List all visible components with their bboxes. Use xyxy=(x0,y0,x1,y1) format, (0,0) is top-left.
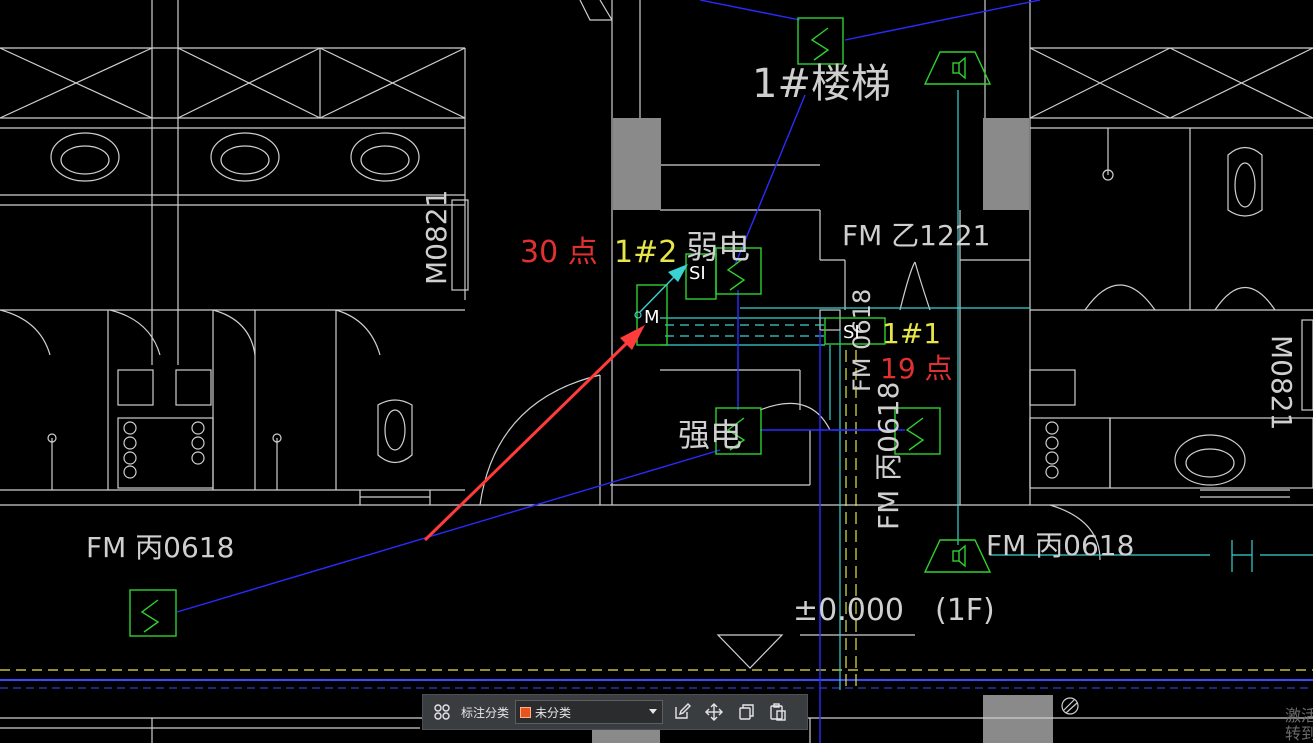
copy-button[interactable] xyxy=(733,699,759,725)
watermark-line: 转到 xyxy=(1285,724,1313,743)
fire-door-label: FM 丙0618 xyxy=(986,529,1134,562)
strong-current-label: 强电 xyxy=(678,416,742,454)
activation-watermark: 激活 转到 xyxy=(1285,707,1313,743)
category-color-swatch xyxy=(520,706,532,718)
chevron-down-icon xyxy=(649,709,658,714)
column-left xyxy=(613,118,661,210)
device-si-label: SI xyxy=(689,263,706,284)
paste-icon xyxy=(770,703,786,721)
column-bottom-small xyxy=(592,730,660,743)
category-value: 未分类 xyxy=(535,705,572,720)
category-dropdown[interactable]: 未分类 xyxy=(515,700,664,724)
apps-grid-button[interactable] xyxy=(429,699,455,725)
node-marker xyxy=(634,311,642,319)
yellow-dash-risers xyxy=(845,350,857,690)
move-icon xyxy=(705,703,724,721)
door-m0821-label: M0821 xyxy=(1265,335,1298,430)
hatch-circle-icon xyxy=(1061,697,1079,715)
cyan-annotation-arrow[interactable] xyxy=(639,264,688,313)
right-toilet-block xyxy=(1029,47,1313,561)
edit-button[interactable] xyxy=(669,699,695,725)
column-bottom xyxy=(983,695,1053,743)
floor-label: (1F) xyxy=(935,593,995,628)
device-m-label: M xyxy=(644,307,660,328)
paste-button[interactable] xyxy=(765,699,791,725)
move-button[interactable] xyxy=(701,699,727,725)
point-count-label: 30 点 xyxy=(520,235,598,270)
fire-door-label: FM 丙0618 xyxy=(86,531,234,564)
copy-icon xyxy=(739,704,754,720)
fire-door-label: FM 乙1221 xyxy=(842,219,990,252)
column-right xyxy=(983,118,1029,210)
speaker-icon[interactable] xyxy=(923,51,992,85)
category-label: 标注分类 xyxy=(461,705,510,720)
wireless-ap-icon[interactable] xyxy=(797,17,844,65)
annotation-toolbar: 标注分类 未分类 xyxy=(422,694,808,730)
elevation-label: ±0.000 xyxy=(793,593,904,628)
device-si-label: SI xyxy=(843,322,860,343)
cabinet-id-label: 1#1 xyxy=(882,317,941,350)
wireless-ap-icon[interactable] xyxy=(129,589,177,637)
cad-drawing-canvas[interactable]: 1#楼梯 FM 乙1221 M0821 M0821 FM 丙0618 FM 丙0… xyxy=(0,0,1313,743)
fire-door-label: FM 丙0618 xyxy=(872,382,905,530)
edit-icon xyxy=(675,703,692,719)
cabinet-id-label: 1#2 xyxy=(614,235,677,270)
door-m0821-label: M0821 xyxy=(420,190,453,285)
weak-current-label: 弱电 xyxy=(686,228,750,266)
point-count-label: 19 点 xyxy=(880,352,953,385)
stair-label: 1#楼梯 xyxy=(752,61,891,107)
apps-grid-icon xyxy=(434,704,450,720)
watermark-line: 激活 xyxy=(1285,707,1313,725)
